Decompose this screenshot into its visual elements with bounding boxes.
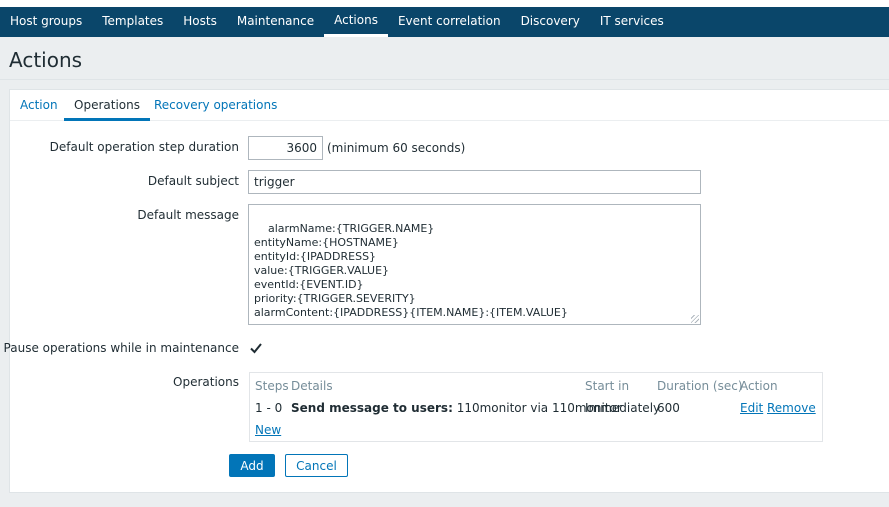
form-labels: Default operation step duration Default …: [4, 90, 239, 492]
nav-item-templates[interactable]: Templates: [92, 7, 173, 37]
pause-operations-checkbox[interactable]: [249, 341, 263, 355]
main-nav: Host groups Templates Hosts Maintenance …: [0, 7, 674, 37]
default-message-textarea[interactable]: alarmName:{TRIGGER.NAME} entityName:{HOS…: [248, 204, 701, 325]
nav-item-actions[interactable]: Actions: [324, 7, 388, 37]
pause-operations-label: Pause operations while in maintenance: [3, 341, 239, 355]
add-button[interactable]: Add: [229, 454, 275, 477]
operations-table: Steps Details Start in Duration (sec) Ac…: [249, 372, 823, 442]
cancel-button[interactable]: Cancel: [285, 454, 348, 477]
default-message-label: Default message: [137, 208, 239, 222]
operation-remove-link[interactable]: Remove: [767, 401, 816, 415]
operation-row-details-bold: Send message to users:: [291, 401, 453, 415]
operations-header-steps: Steps: [255, 379, 289, 393]
operations-header-start-in: Start in: [585, 379, 630, 393]
operations-label: Operations: [173, 375, 239, 389]
resize-grip-icon[interactable]: [691, 315, 699, 323]
operation-row-duration: 600: [657, 401, 680, 415]
operation-row-start-in: Immediately: [585, 401, 661, 415]
nav-item-discovery[interactable]: Discovery: [511, 7, 590, 37]
nav-item-host-groups[interactable]: Host groups: [0, 7, 92, 37]
new-operation-link[interactable]: New: [255, 423, 281, 437]
operations-header-details: Details: [291, 379, 333, 393]
nav-item-it-services[interactable]: IT services: [590, 7, 674, 37]
title-divider: [0, 79, 889, 80]
default-subject-input[interactable]: [248, 170, 701, 194]
step-duration-hint: (minimum 60 seconds): [327, 141, 466, 155]
operation-edit-link[interactable]: Edit: [740, 401, 763, 415]
default-message-text: alarmName:{TRIGGER.NAME} entityName:{HOS…: [254, 222, 568, 319]
operations-header-duration: Duration (sec): [657, 379, 743, 393]
nav-item-hosts[interactable]: Hosts: [173, 7, 227, 37]
nav-item-maintenance[interactable]: Maintenance: [227, 7, 324, 37]
operation-row-steps: 1 - 0: [255, 401, 283, 415]
step-duration-label: Default operation step duration: [49, 140, 239, 154]
action-form-panel: Action Operations Recovery operations De…: [4, 89, 889, 493]
default-subject-label: Default subject: [147, 174, 239, 188]
operations-header-action: Action: [740, 379, 778, 393]
top-navigation-bar: Host groups Templates Hosts Maintenance …: [0, 0, 889, 37]
page-title: Actions: [9, 48, 83, 72]
nav-item-event-correlation[interactable]: Event correlation: [388, 7, 511, 37]
step-duration-input[interactable]: [248, 136, 323, 160]
top-strip: [0, 0, 889, 7]
operation-row-details: Send message to users: 110monitor via 11…: [291, 401, 622, 415]
